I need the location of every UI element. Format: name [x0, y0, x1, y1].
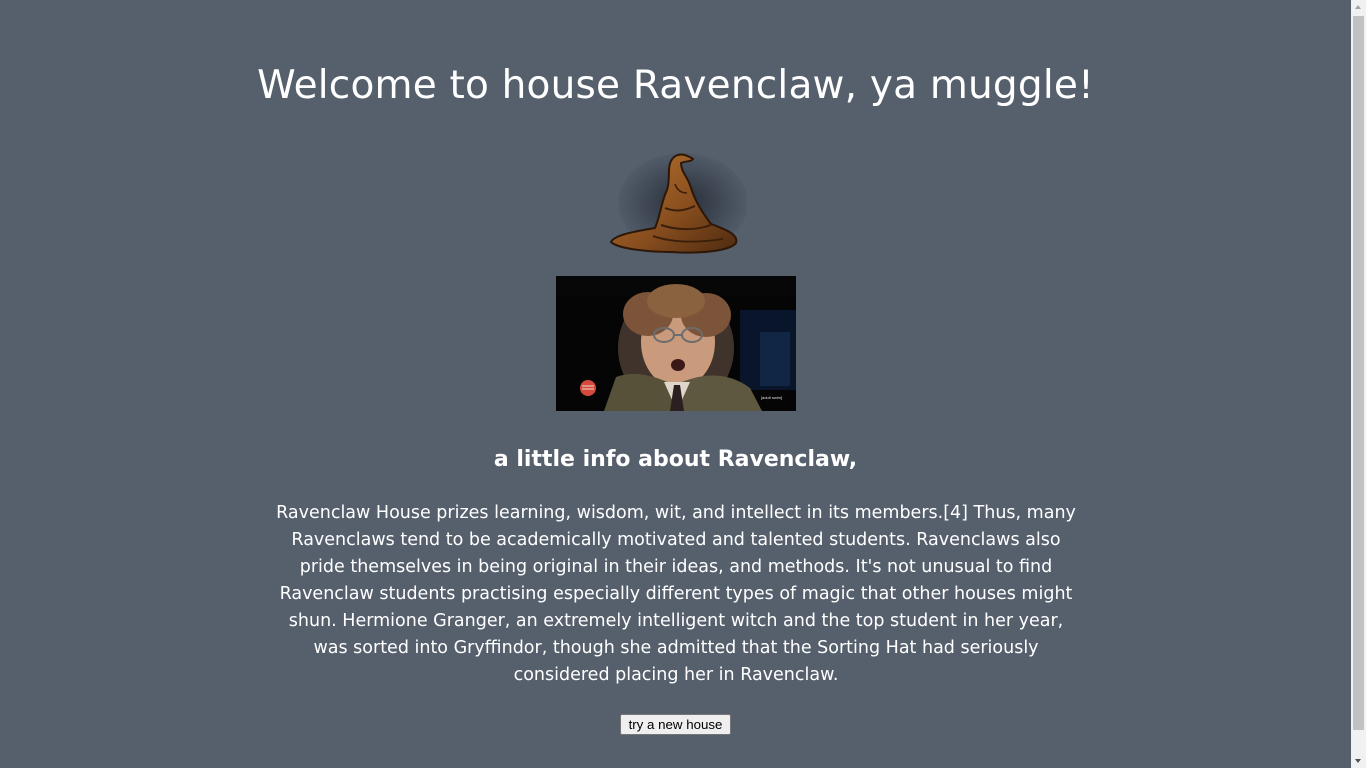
chevron-up-icon	[1355, 5, 1361, 9]
scroll-thumb[interactable]	[1353, 16, 1364, 730]
page-title: Welcome to house Ravenclaw, ya muggle!	[257, 63, 1094, 108]
house-description: Ravenclaw House prizes learning, wisdom,…	[276, 503, 1076, 685]
vertical-scrollbar[interactable]	[1351, 0, 1366, 768]
sorting-hat-image	[605, 148, 748, 258]
chevron-down-icon	[1355, 759, 1361, 763]
reaction-gif: [adult swim]	[556, 276, 796, 411]
try-new-house-button[interactable]: try a new house	[620, 714, 731, 735]
svg-text:[adult swim]: [adult swim]	[761, 395, 782, 400]
page: Welcome to house Ravenclaw, ya muggle! […	[0, 0, 1351, 768]
info-heading: a little info about Ravenclaw,	[493, 447, 858, 472]
reaction-gif-image: [adult swim]	[556, 276, 796, 411]
sorting-hat-icon	[609, 153, 748, 254]
scroll-up-button[interactable]	[1351, 0, 1366, 15]
scroll-down-button[interactable]	[1351, 753, 1366, 768]
